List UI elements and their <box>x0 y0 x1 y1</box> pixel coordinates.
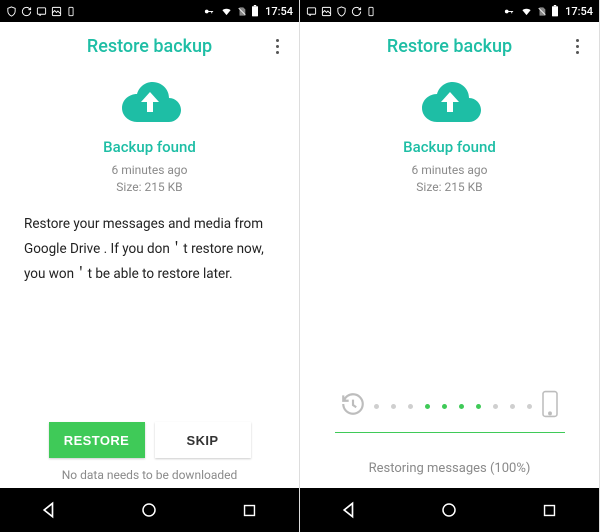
no-sim-icon <box>237 6 247 17</box>
shield-icon <box>336 6 347 17</box>
history-icon <box>340 391 366 421</box>
page-title: Restore backup <box>387 36 512 57</box>
backup-found-heading: Backup found <box>103 138 196 156</box>
nav-home-button[interactable] <box>119 501 179 519</box>
refresh-icon <box>351 6 362 17</box>
status-right: 17:54 <box>502 5 593 18</box>
nav-bar <box>300 488 599 532</box>
shield-icon <box>6 6 17 17</box>
progress-dots <box>366 404 540 409</box>
title-bar: Restore backup <box>0 22 299 70</box>
clock: 17:54 <box>265 5 293 18</box>
screenshot-left: 17:54 Restore backup Backup found 6 minu… <box>0 0 300 532</box>
status-left <box>6 6 76 17</box>
title-bar: Restore backup <box>300 22 599 70</box>
page-title: Restore backup <box>87 36 212 57</box>
device-icon <box>66 6 76 17</box>
nav-back-button[interactable] <box>20 500 80 520</box>
clock: 17:54 <box>565 5 593 18</box>
overflow-menu-button[interactable] <box>565 34 589 58</box>
key-icon <box>502 6 516 17</box>
backup-time: 6 minutes ago <box>112 162 188 179</box>
nav-back-button[interactable] <box>320 500 380 520</box>
overflow-menu-button[interactable] <box>265 34 289 58</box>
nav-home-button[interactable] <box>419 501 479 519</box>
content-area: Backup found 6 minutes ago Size: 215 KB … <box>0 70 299 488</box>
backup-found-heading: Backup found <box>403 138 496 156</box>
screenshot-right: 17:54 Restore backup Backup found 6 minu… <box>300 0 600 532</box>
phone-icon <box>540 390 560 422</box>
status-bar: 17:54 <box>300 0 599 22</box>
skip-button[interactable]: SKIP <box>155 422 251 458</box>
wifi-icon <box>520 6 533 17</box>
progress-animation <box>340 390 560 422</box>
image-icon <box>51 6 62 17</box>
progress-section: Restoring messages (100%) <box>322 390 577 488</box>
progress-divider <box>335 432 565 433</box>
backup-meta: 6 minutes ago Size: 215 KB <box>112 162 188 196</box>
progress-label: Restoring messages (100%) <box>369 461 531 476</box>
message-icon <box>36 6 47 17</box>
action-buttons: RESTORE SKIP <box>49 422 251 458</box>
download-footnote: No data needs to be downloaded <box>62 468 238 482</box>
nav-recent-button[interactable] <box>519 502 579 519</box>
device-icon <box>366 6 376 17</box>
refresh-icon <box>21 6 32 17</box>
battery-icon <box>551 5 559 17</box>
no-sim-icon <box>537 6 547 17</box>
restore-button[interactable]: RESTORE <box>49 422 145 458</box>
content-area: Backup found 6 minutes ago Size: 215 KB <box>300 70 599 488</box>
backup-time: 6 minutes ago <box>412 162 488 179</box>
wifi-icon <box>220 6 233 17</box>
restore-description: Restore your messages and media from Goo… <box>22 212 277 287</box>
status-left <box>306 6 376 17</box>
backup-size: Size: 215 KB <box>412 179 488 196</box>
nav-bar <box>0 488 299 532</box>
message-icon <box>306 6 317 17</box>
status-bar: 17:54 <box>0 0 299 22</box>
battery-icon <box>251 5 259 17</box>
nav-recent-button[interactable] <box>219 502 279 519</box>
key-icon <box>202 6 216 17</box>
image-icon <box>321 6 332 17</box>
backup-meta: 6 minutes ago Size: 215 KB <box>412 162 488 196</box>
cloud-upload-icon <box>418 78 482 128</box>
status-right: 17:54 <box>202 5 293 18</box>
cloud-upload-icon <box>118 78 182 128</box>
backup-size: Size: 215 KB <box>112 179 188 196</box>
